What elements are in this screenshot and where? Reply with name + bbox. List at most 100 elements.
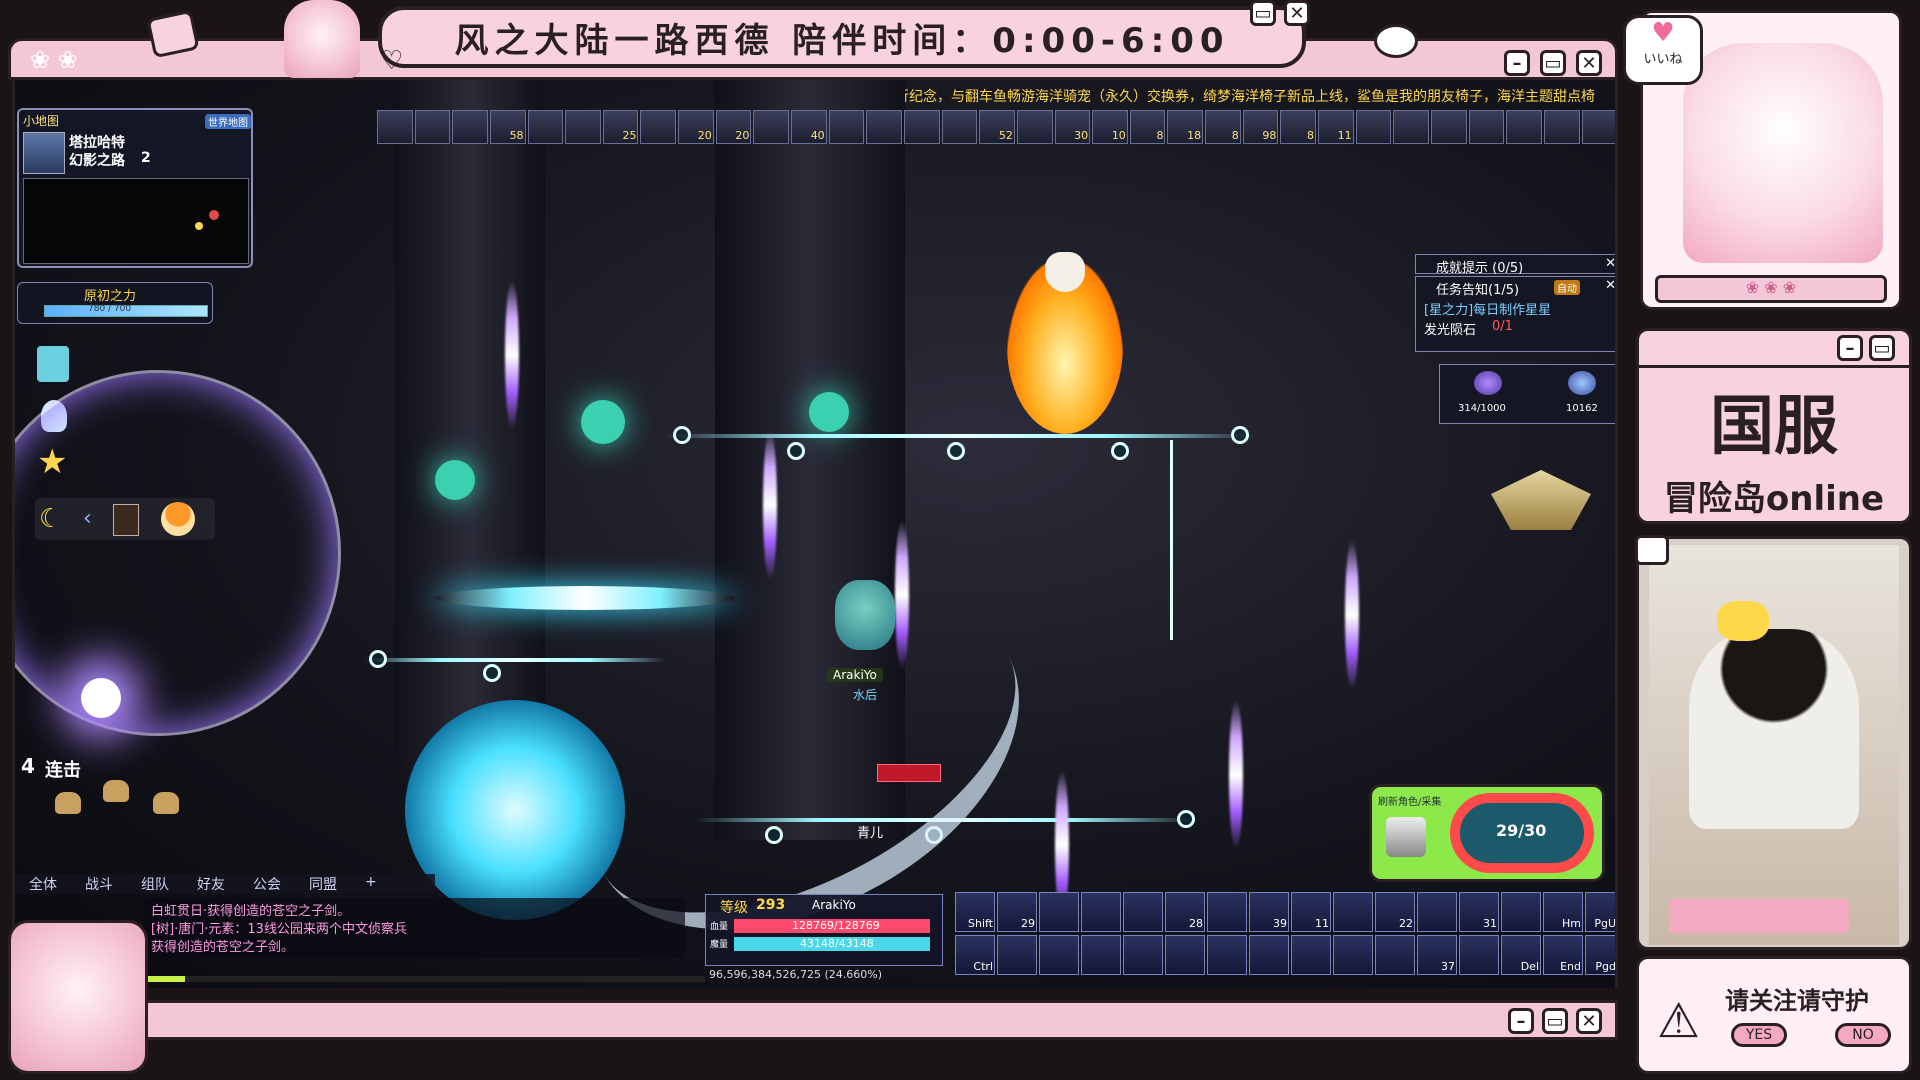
close-icon[interactable]: ✕ [1284, 0, 1310, 26]
skill-slot[interactable] [1081, 935, 1121, 975]
player-character[interactable] [835, 580, 895, 650]
skill-slot[interactable] [1123, 892, 1163, 932]
auto-tag[interactable]: 自动 [1554, 280, 1580, 295]
buff-icon[interactable] [1581, 110, 1615, 144]
expand-icon[interactable] [1635, 535, 1669, 565]
close-button[interactable]: ✕ [1576, 1008, 1602, 1034]
buff-icon[interactable]: 20 [678, 110, 714, 144]
chat-tab[interactable]: 战斗 [71, 874, 127, 894]
chat-tab[interactable]: 公会 [239, 874, 295, 894]
skill-slot[interactable]: 29 [997, 892, 1037, 932]
buff-icon[interactable] [1355, 110, 1392, 144]
buff-icon[interactable] [828, 110, 865, 144]
skill-slot[interactable]: 31 [1459, 892, 1499, 932]
buff-icon[interactable]: 40 [791, 110, 827, 144]
maximize-button[interactable]: ▭ [1540, 50, 1566, 76]
buff-icon[interactable] [565, 110, 601, 144]
buff-icon[interactable] [753, 110, 790, 144]
close-button[interactable]: ✕ [1576, 50, 1602, 76]
close-icon[interactable]: ✕ [1605, 278, 1615, 293]
buff-icon[interactable] [1016, 110, 1053, 144]
skill-slot[interactable] [1249, 935, 1289, 975]
buff-icon[interactable] [1430, 110, 1467, 144]
skill-slot[interactable] [1207, 935, 1247, 975]
game-viewport[interactable]: 转蛋万花筒夏日出海旅行纪念，与翻车鱼畅游海洋骑宠（永久）交换券，绮梦海洋椅子新品… [12, 80, 1618, 988]
like-badge[interactable]: ♥ いいね [1623, 15, 1703, 85]
refresh-gauge-panel[interactable]: 刷新角色/采集 29/30 [1369, 784, 1605, 882]
maximize-button[interactable]: ▭ [1869, 335, 1895, 361]
skill-slot[interactable]: 11 [1291, 892, 1331, 932]
buff-icon[interactable]: 52 [979, 110, 1015, 144]
buff-icon[interactable] [1543, 110, 1580, 144]
skill-slot[interactable]: 28 [1165, 892, 1205, 932]
chat-tab[interactable]: 同盟 [295, 874, 351, 894]
buff-icon[interactable] [640, 110, 677, 144]
maximize-button[interactable]: ▭ [1542, 1008, 1568, 1034]
skill-slot[interactable] [1123, 935, 1163, 975]
buff-icon[interactable]: 8 [1129, 110, 1166, 144]
chat-window[interactable]: 白虹贯日·获得创造的苍空之子剑。 [树]·唐门·元素：13线公园来两个中文侦察兵获… [145, 898, 685, 958]
skill-slot[interactable]: End [1543, 935, 1583, 975]
chat-tab[interactable]: 全体 [15, 874, 71, 894]
skill-slot[interactable]: PgUp [1585, 892, 1615, 932]
buff-icon[interactable] [941, 110, 978, 144]
no-button[interactable]: NO [1835, 1023, 1891, 1047]
buff-icon[interactable]: 8 [1205, 110, 1241, 144]
skill-slot[interactable]: Shift [955, 892, 995, 932]
quest-notice-panel[interactable]: 任务告知(1/5) 自动 ✕ [星之力]每日制作星星 发光陨石 0/1 [1415, 276, 1615, 352]
skill-slot[interactable]: 39 [1249, 892, 1289, 932]
achievement-panel[interactable]: 成就提示 (0/5) ✕ [1415, 254, 1615, 276]
skill-slot[interactable] [1039, 892, 1079, 932]
buff-icon[interactable]: 20 [715, 110, 752, 144]
minimize-button[interactable]: – [1504, 50, 1530, 76]
skill-slot[interactable] [1081, 892, 1121, 932]
window-icon[interactable]: ▭ [1250, 0, 1276, 26]
skill-slot[interactable]: Hm [1543, 892, 1583, 932]
buff-icon[interactable] [1506, 110, 1542, 144]
skill-slot[interactable]: 22 [1375, 892, 1415, 932]
skill-slot[interactable]: Pgdn [1585, 935, 1615, 975]
skill-slot[interactable] [997, 935, 1037, 975]
skill-slot[interactable] [1039, 935, 1079, 975]
quest-name[interactable]: [星之力]每日制作星星 [1424, 299, 1551, 318]
skill-slot[interactable] [1417, 892, 1457, 932]
buff-icon[interactable] [866, 110, 902, 144]
buff-icon[interactable] [1468, 110, 1505, 144]
minimize-button[interactable]: – [1837, 335, 1863, 361]
buff-icon[interactable]: 25 [602, 110, 639, 144]
minimap[interactable]: 小地图 世界地图 塔拉哈特 幻影之路 2 [17, 108, 253, 268]
buff-icon[interactable] [903, 110, 940, 144]
buff-icon[interactable] [527, 110, 564, 144]
buff-icon[interactable]: 11 [1318, 110, 1354, 144]
world-map-button[interactable]: 世界地图 [205, 114, 251, 129]
yes-button[interactable]: YES [1731, 1023, 1787, 1047]
skill-slot[interactable] [1459, 935, 1499, 975]
skill-slot[interactable] [1375, 935, 1415, 975]
minimap-view[interactable] [23, 178, 249, 264]
skill-slot[interactable] [1207, 892, 1247, 932]
buff-icon[interactable] [377, 110, 413, 144]
chat-tab[interactable]: + [351, 874, 391, 894]
skill-slot[interactable] [1165, 935, 1205, 975]
buff-icon[interactable]: 30 [1054, 110, 1091, 144]
buff-icon[interactable] [452, 110, 488, 144]
close-icon[interactable]: ✕ [1605, 256, 1615, 271]
chat-tab[interactable]: 组队 [127, 874, 183, 894]
skill-slot[interactable] [1333, 892, 1373, 932]
skill-slot[interactable]: Del [1501, 935, 1541, 975]
chat-tab[interactable]: 好友 [183, 874, 239, 894]
buff-icon[interactable]: 8 [1280, 110, 1317, 144]
skill-slot[interactable] [1291, 935, 1331, 975]
buff-icon[interactable]: 18 [1167, 110, 1204, 144]
quest-book-icon[interactable] [37, 346, 69, 382]
skill-slot[interactable] [1333, 935, 1373, 975]
skill-slot[interactable] [1501, 892, 1541, 932]
buff-icon[interactable] [414, 110, 451, 144]
skill-slot[interactable]: Ctrl [955, 935, 995, 975]
buff-icon[interactable]: 98 [1242, 110, 1279, 144]
buff-icon[interactable]: 10 [1092, 110, 1128, 144]
buff-icon[interactable] [1393, 110, 1429, 144]
minimize-button[interactable]: – [1508, 1008, 1534, 1034]
skill-slot[interactable]: 37 [1417, 935, 1457, 975]
buff-icon[interactable]: 58 [489, 110, 526, 144]
